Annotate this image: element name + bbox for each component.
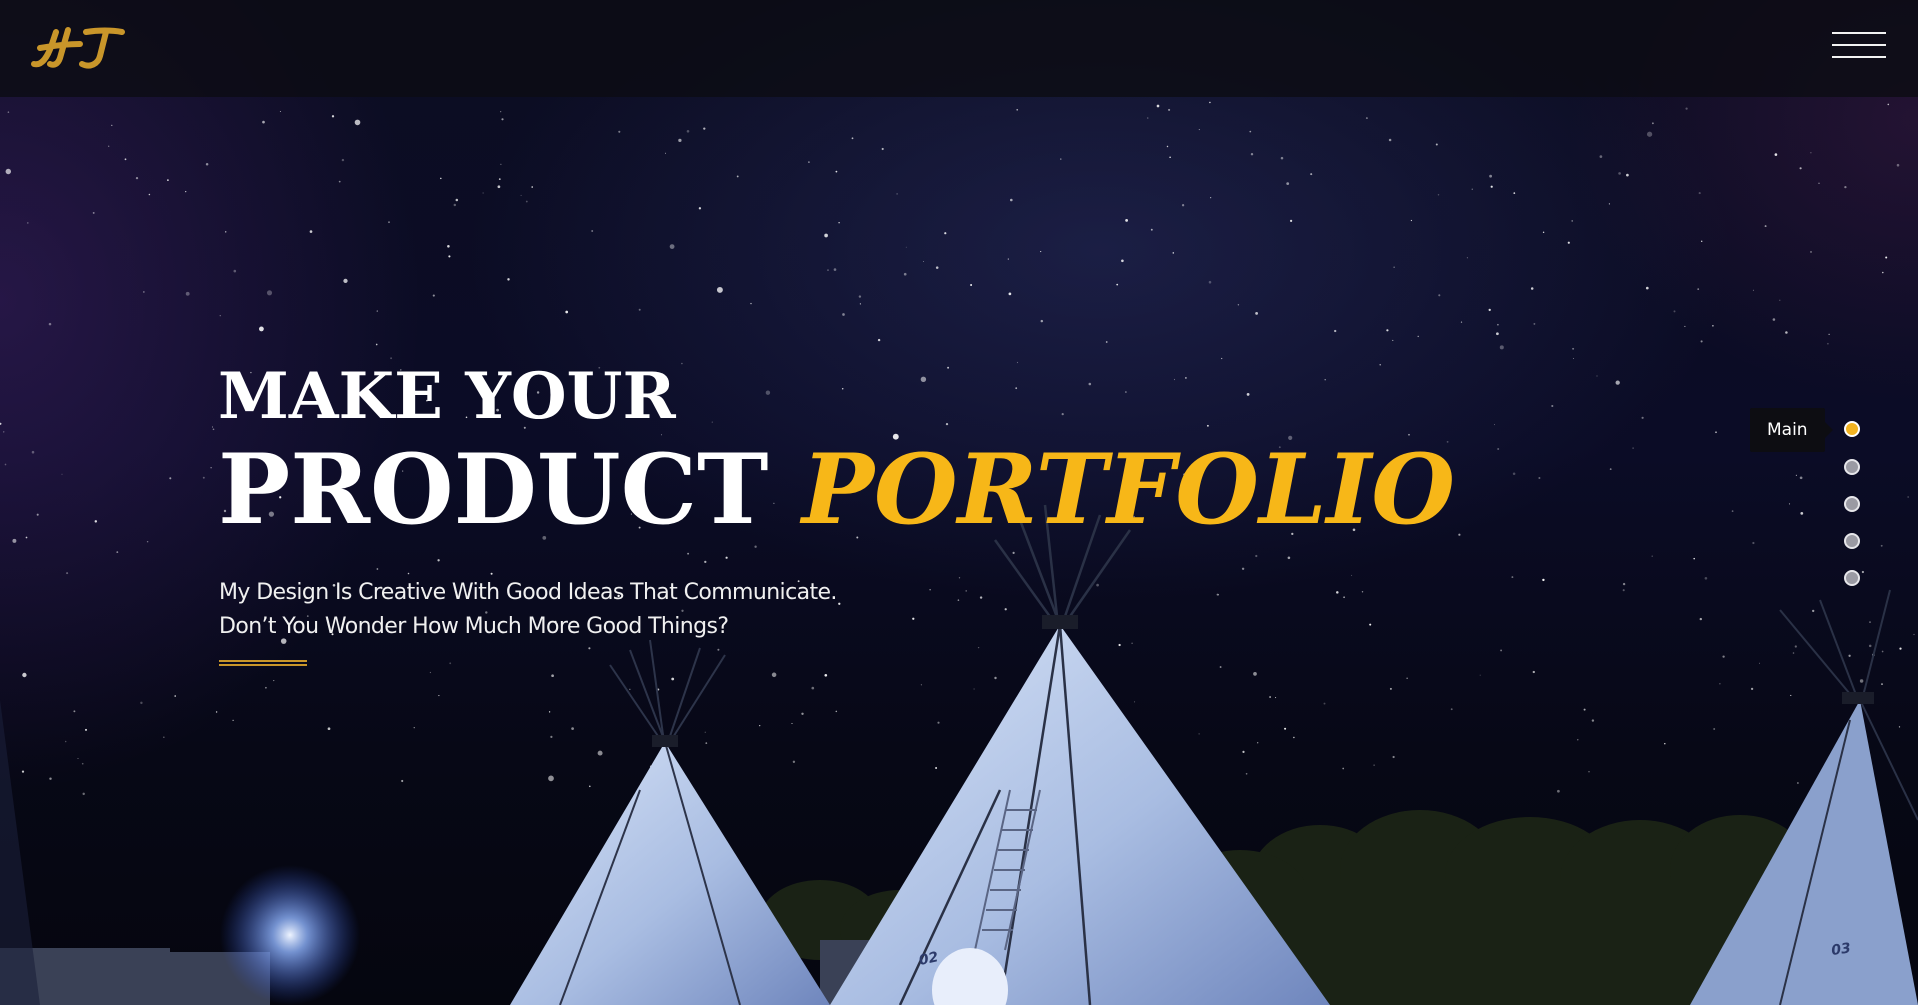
headline-line-2: PRODUCT PORTFOLIO [218,434,1455,546]
hero-subtitle: My Design Is Creative With Good Ideas Th… [219,576,837,644]
headline-line-1: MAKE YOUR [218,359,676,434]
nav-dot-main[interactable] [1844,421,1860,437]
top-bar [0,0,1918,97]
headline-accent-word: PORTFOLIO [801,433,1455,546]
tent-number-label: 03 [1830,940,1852,959]
section-dot-navigation: Main [1740,408,1910,588]
brand-logo[interactable] [28,18,128,74]
hero-headline: MAKE YOUR PRODUCT PORTFOLIO [218,358,1455,546]
menu-bar-line [1832,56,1886,58]
decorative-divider [219,660,307,666]
subtitle-line-2: Don’t You Wonder How Much More Good Thin… [219,614,729,639]
nav-dot-4[interactable] [1844,533,1860,549]
nav-dot-3[interactable] [1844,496,1860,512]
menu-bar-line [1832,44,1886,46]
hamburger-menu-icon[interactable] [1828,30,1888,62]
nav-dot-5[interactable] [1844,570,1860,586]
subtitle-line-1: My Design Is Creative With Good Ideas Th… [219,580,837,605]
headline-word: PRODUCT [218,433,769,546]
menu-bar-line [1832,32,1886,34]
nav-tooltip-main: Main [1750,408,1833,452]
nav-dot-2[interactable] [1844,459,1860,475]
